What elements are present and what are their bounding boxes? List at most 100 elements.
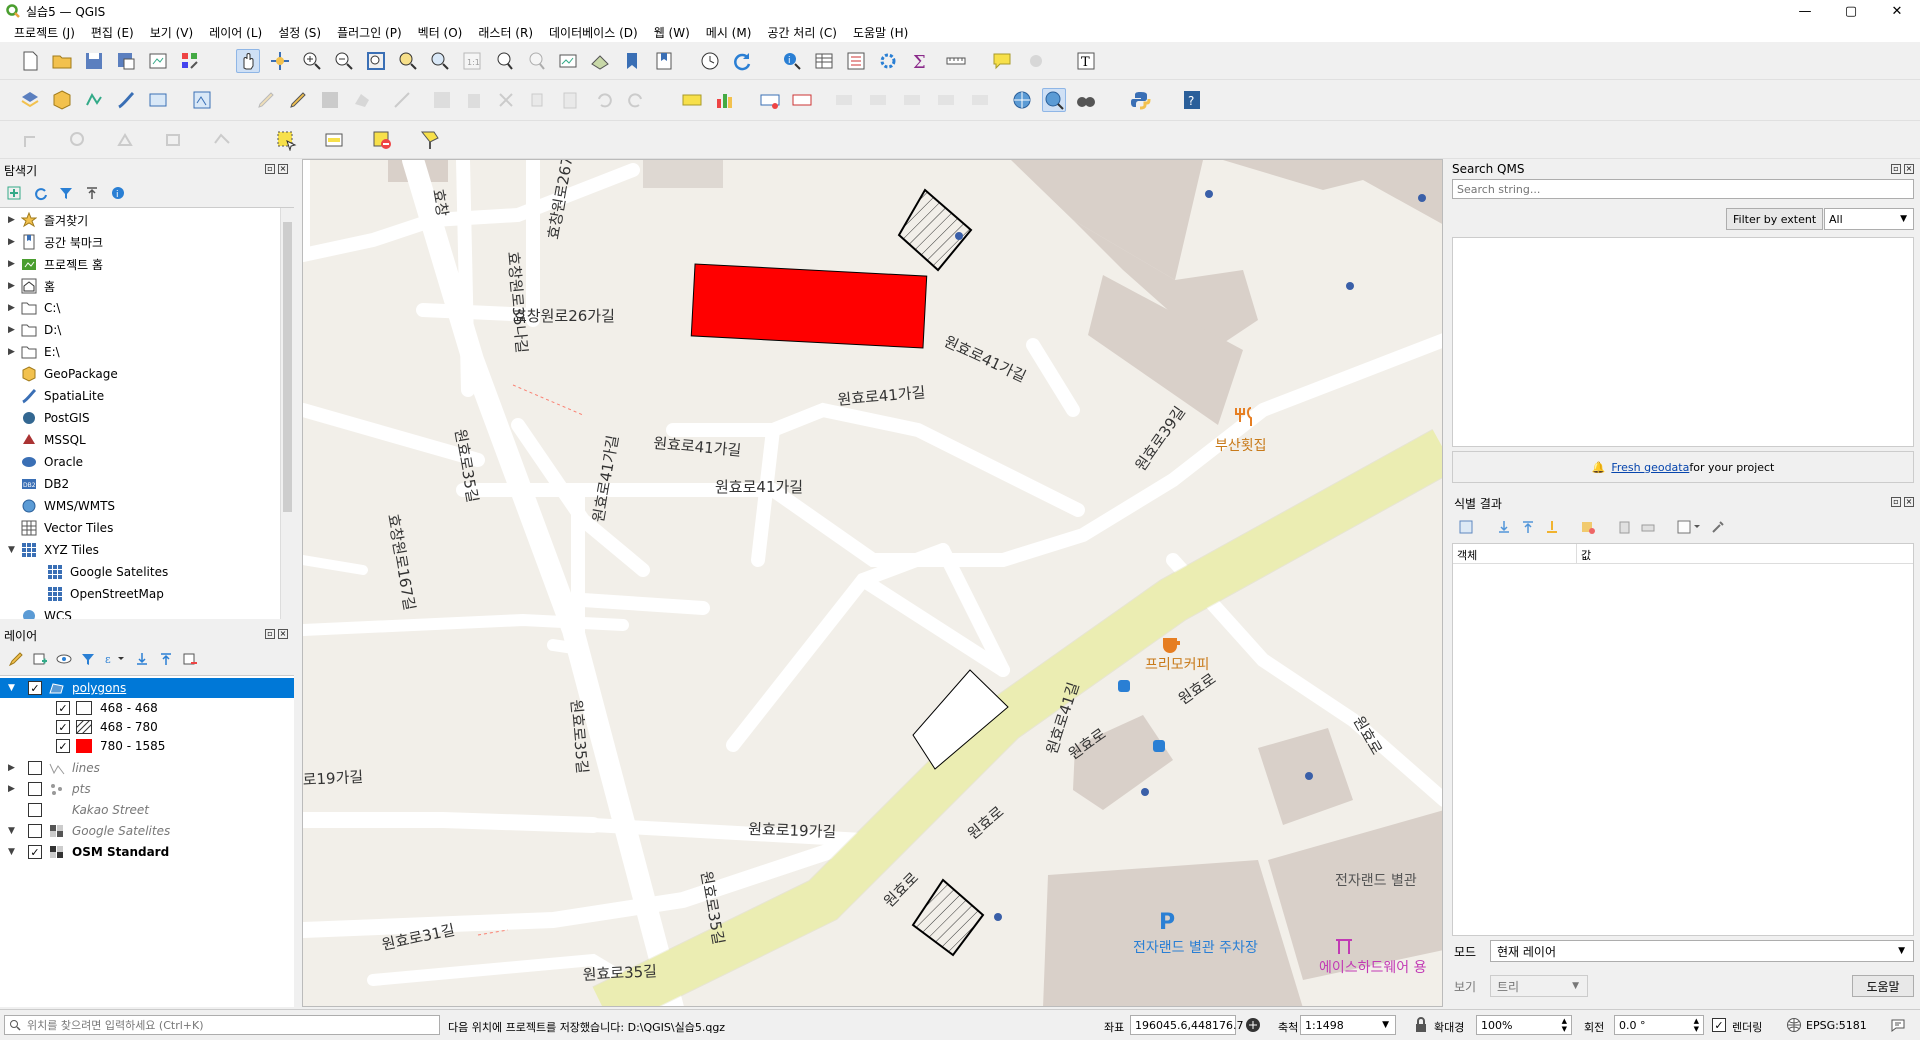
layer-visibility-checkbox[interactable]: [28, 803, 42, 817]
expand-tree-icon[interactable]: [1458, 519, 1474, 535]
rotate-label-icon[interactable]: [866, 88, 890, 112]
browser-item-drive-c[interactable]: ▶ C:\: [8, 297, 60, 319]
close-panel-icon[interactable]: ×: [1904, 497, 1914, 507]
zoom-to-selection-icon[interactable]: [396, 49, 420, 73]
qms-filter-select[interactable]: All ▼: [1824, 208, 1914, 230]
expand-arrow-icon[interactable]: ▶: [8, 784, 20, 794]
layer-visibility-checkbox[interactable]: [28, 824, 42, 838]
deselect-icon[interactable]: [370, 128, 394, 152]
identify-mode-icon[interactable]: [1676, 519, 1702, 535]
python-console-icon[interactable]: [1128, 88, 1152, 112]
label-pin-icon[interactable]: [758, 88, 782, 112]
refresh-icon[interactable]: [730, 49, 754, 73]
browser-item-spatial-bookmarks[interactable]: ▶ 공간 북마크: [8, 231, 103, 253]
layer-styling-icon[interactable]: [8, 651, 24, 667]
attribute-table-icon[interactable]: [812, 49, 836, 73]
expand-new-icon[interactable]: [1544, 519, 1560, 535]
layer-row-lines[interactable]: ▶ lines: [8, 758, 100, 778]
class-visibility-checkbox[interactable]: ✓: [56, 720, 70, 734]
messages-icon[interactable]: [1890, 1017, 1906, 1033]
save-as-icon[interactable]: [114, 49, 138, 73]
identify-features-icon[interactable]: i: [780, 49, 804, 73]
layer-visibility-checkbox[interactable]: ✓: [28, 681, 42, 695]
crs-globe-icon[interactable]: [1786, 1017, 1802, 1033]
legend-class-468-780[interactable]: ✓ 468 - 780: [56, 717, 158, 737]
new-virtual-layer-icon[interactable]: [146, 88, 170, 112]
filter-browser-icon[interactable]: [58, 185, 74, 201]
label-toolbar-icon[interactable]: [680, 88, 704, 112]
quickmapservices-icon[interactable]: [1010, 88, 1034, 112]
layer-row-osm-standard[interactable]: ▼ ✓ OSM Standard: [8, 842, 169, 862]
layer-row-polygons[interactable]: ▼ ✓ polygons: [0, 678, 294, 698]
map-svg[interactable]: 효창원로26가길 원효로41가길 원효로41가길 원효로41가길 원효로41가길…: [303, 160, 1443, 1007]
map-tips-icon[interactable]: [990, 49, 1014, 73]
browser-item-wms[interactable]: WMS/WMTS: [20, 495, 115, 517]
menu-database[interactable]: 데이터베이스 (D): [541, 24, 646, 41]
menu-vector[interactable]: 벡터 (O): [410, 24, 471, 41]
select-features-icon[interactable]: [274, 128, 298, 152]
new-project-icon[interactable]: [18, 49, 42, 73]
new-spatialite-layer-icon[interactable]: [114, 88, 138, 112]
qms-search-input[interactable]: [1452, 179, 1914, 199]
fresh-geodata-link[interactable]: Fresh geodata: [1611, 461, 1689, 474]
current-edits-icon[interactable]: [254, 88, 278, 112]
copy-feature-icon[interactable]: [1616, 519, 1632, 535]
layer-row-kakao-street[interactable]: Kakao Street: [28, 800, 149, 820]
redo-icon[interactable]: [624, 88, 648, 112]
locator-search[interactable]: 위치를 찾으려면 입력하세요 (Ctrl+K): [4, 1015, 440, 1035]
cut-features-icon[interactable]: [494, 88, 518, 112]
menu-processing[interactable]: 공간 처리 (C): [759, 24, 845, 41]
data-source-manager-icon[interactable]: [18, 88, 42, 112]
new-temp-layer-icon[interactable]: [190, 88, 214, 112]
red-polygon-780-1585[interactable]: [690, 263, 928, 349]
expand-all-icon[interactable]: [134, 651, 150, 667]
menu-project[interactable]: 프로젝트 (J): [6, 24, 83, 41]
add-group-icon[interactable]: [32, 651, 48, 667]
browser-item-spatialite[interactable]: SpatiaLite: [20, 385, 104, 407]
menu-plugins[interactable]: 플러그인 (P): [329, 24, 410, 41]
shape-digitize-icon[interactable]: [66, 128, 90, 152]
close-panel-icon[interactable]: ×: [1904, 164, 1914, 174]
select-location-icon[interactable]: [418, 128, 442, 152]
undock-icon[interactable]: ▫: [265, 164, 275, 174]
menu-web[interactable]: 웹 (W): [646, 24, 698, 41]
layer-visibility-checkbox[interactable]: ✓: [28, 845, 42, 859]
field-calculator-icon[interactable]: [844, 49, 868, 73]
change-label-icon[interactable]: [900, 88, 924, 112]
collapse-arrow-icon[interactable]: ▼: [8, 826, 20, 836]
zoom-to-layer-icon[interactable]: [428, 49, 452, 73]
label-settings-icon[interactable]: [968, 88, 992, 112]
temporal-controller-icon[interactable]: [698, 49, 722, 73]
zoom-full-icon[interactable]: [364, 49, 388, 73]
undock-icon[interactable]: ▫: [1891, 164, 1901, 174]
minimize-button[interactable]: —: [1782, 0, 1828, 22]
menu-mesh[interactable]: 메시 (M): [698, 24, 760, 41]
paste-features-icon[interactable]: [558, 88, 582, 112]
simplify-icon[interactable]: [162, 128, 186, 152]
class-visibility-checkbox[interactable]: ✓: [56, 739, 70, 753]
expand-arrow-icon[interactable]: ▶: [8, 763, 20, 773]
style-manager-icon[interactable]: [178, 49, 202, 73]
text-annotation-icon[interactable]: T: [1074, 49, 1098, 73]
remove-layer-icon[interactable]: [182, 651, 198, 667]
menu-help[interactable]: 도움말 (H): [845, 24, 916, 41]
new-bookmark-icon[interactable]: [620, 49, 644, 73]
properties-icon[interactable]: i: [110, 185, 126, 201]
undock-icon[interactable]: ▫: [265, 629, 275, 639]
collapse-arrow-icon[interactable]: ▼: [8, 683, 20, 693]
layer-row-pts[interactable]: ▶ pts: [8, 779, 91, 799]
bus-stop-marker[interactable]: [1153, 740, 1165, 752]
close-button[interactable]: ✕: [1874, 0, 1920, 22]
advanced-digitize-icon[interactable]: [114, 128, 138, 152]
filter-expression-icon[interactable]: ε: [104, 651, 126, 667]
browser-item-db2[interactable]: DB2 DB2: [20, 473, 69, 495]
browser-item-mssql[interactable]: MSSQL: [20, 429, 86, 451]
zoom-native-icon[interactable]: 1:1: [460, 49, 484, 73]
add-feature-icon[interactable]: [350, 88, 374, 112]
menu-layer[interactable]: 레이어 (L): [201, 24, 270, 41]
collapse-arrow-icon[interactable]: ▼: [8, 847, 20, 857]
view-select[interactable]: 트리 ▼: [1490, 975, 1588, 997]
lock-scale-icon[interactable]: [1414, 1017, 1428, 1033]
collapse-all-icon[interactable]: [84, 185, 100, 201]
crs-label[interactable]: EPSG:5181: [1806, 1019, 1867, 1032]
